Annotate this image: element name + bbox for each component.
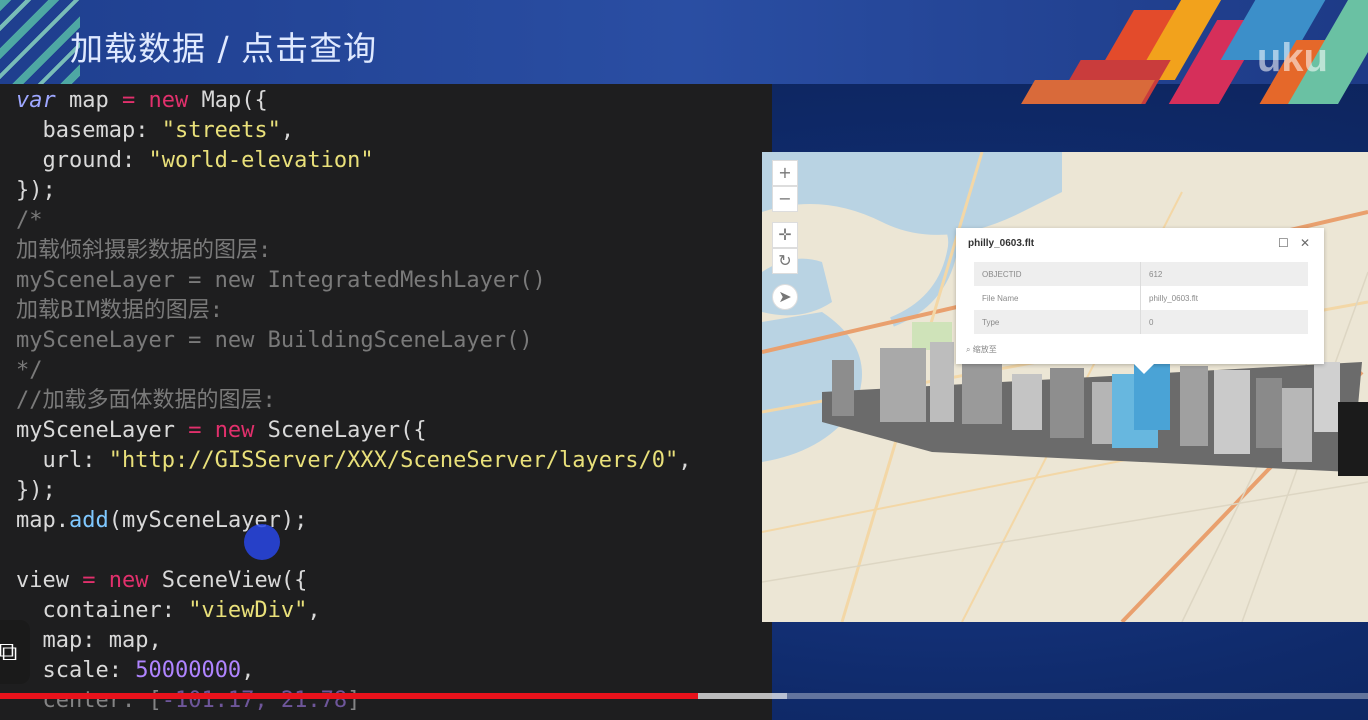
slide-title: 加载数据 / 点击查询 (70, 29, 378, 68)
mouse-cursor-highlight (244, 524, 280, 560)
search-icon: ⌕ (966, 345, 971, 354)
code-line: center: [-101.17, 21.78] (16, 688, 361, 713)
attribute-value: philly_0603.flt (1149, 293, 1198, 303)
scene-view-map[interactable]: + − ✛ ↻ ➤ philly_0603.flt ☐ ✕ OBJECTID 6… (762, 152, 1368, 622)
code-line: basemap: "streets", (16, 118, 295, 143)
code-line: mySceneLayer = new SceneLayer({ (16, 418, 427, 443)
attribute-field: Type (974, 310, 1141, 334)
code-comment: */ (16, 358, 43, 383)
zoom-in-button[interactable]: + (772, 160, 798, 186)
table-row: File Name philly_0603.flt (974, 286, 1308, 310)
code-line: view = new SceneView({ (16, 568, 308, 593)
attribute-field: OBJECTID (974, 262, 1141, 286)
code-line: ground: "world-elevation" (16, 148, 374, 173)
feature-popup: philly_0603.flt ☐ ✕ OBJECTID 612 File Na… (956, 228, 1324, 374)
popup-attribute-table: OBJECTID 612 File Name philly_0603.flt T… (974, 262, 1308, 334)
map-canvas[interactable] (762, 152, 1368, 622)
code-line: url: "http://GISServer/XXX/SceneServer/l… (16, 448, 692, 473)
dock-icon[interactable]: ☐ (1278, 236, 1289, 250)
progress-buffered (697, 693, 787, 699)
map-controls: + − ✛ ↻ ➤ (772, 160, 798, 310)
code-line: scale: 50000000, (16, 658, 255, 683)
attribute-field: File Name (974, 286, 1141, 310)
zoom-out-button[interactable]: − (772, 186, 798, 212)
compass-icon[interactable]: ➤ (772, 284, 798, 310)
popup-title: philly_0603.flt (968, 238, 1035, 249)
header-decoration-left (0, 0, 80, 84)
table-row: Type 0 (974, 310, 1308, 334)
code-comment: 加载倾斜摄影数据的图层: (16, 238, 272, 263)
code-comment: 加载BIM数据的图层: (16, 298, 223, 323)
attribute-value: 612 (1140, 262, 1308, 286)
video-frame: 加载数据 / 点击查询 uku var map = new Map({ base… (0, 0, 1368, 720)
video-progress-bar[interactable] (0, 693, 1368, 699)
code-line: map: map, (16, 628, 162, 653)
table-row: OBJECTID 612 (974, 262, 1308, 286)
code-comment: //加载多面体数据的图层: (16, 388, 276, 413)
code-line: }); (16, 478, 56, 503)
code-editor: var map = new Map({ basemap: "streets", … (0, 84, 772, 720)
attribute-value: 0 (1140, 310, 1308, 334)
watermark-logo: uku (1256, 36, 1328, 80)
zoom-to-action[interactable]: ⌕ 缩放至 (966, 344, 997, 355)
progress-played (0, 693, 698, 699)
code-line: var map = new Map({ (16, 88, 268, 113)
pan-icon[interactable]: ✛ (772, 222, 798, 248)
zoom-to-label: 缩放至 (972, 345, 997, 354)
code-comment: /* (16, 208, 43, 233)
close-icon[interactable]: ✕ (1300, 236, 1310, 250)
code-line: container: "viewDiv", (16, 598, 321, 623)
code-comment: mySceneLayer = new BuildingSceneLayer() (16, 328, 533, 353)
code-line: }); (16, 178, 56, 203)
rotate-icon[interactable]: ↻ (772, 248, 798, 274)
code-comment: mySceneLayer = new IntegratedMeshLayer() (16, 268, 546, 293)
copy-icon[interactable]: ⧉ (0, 620, 30, 684)
